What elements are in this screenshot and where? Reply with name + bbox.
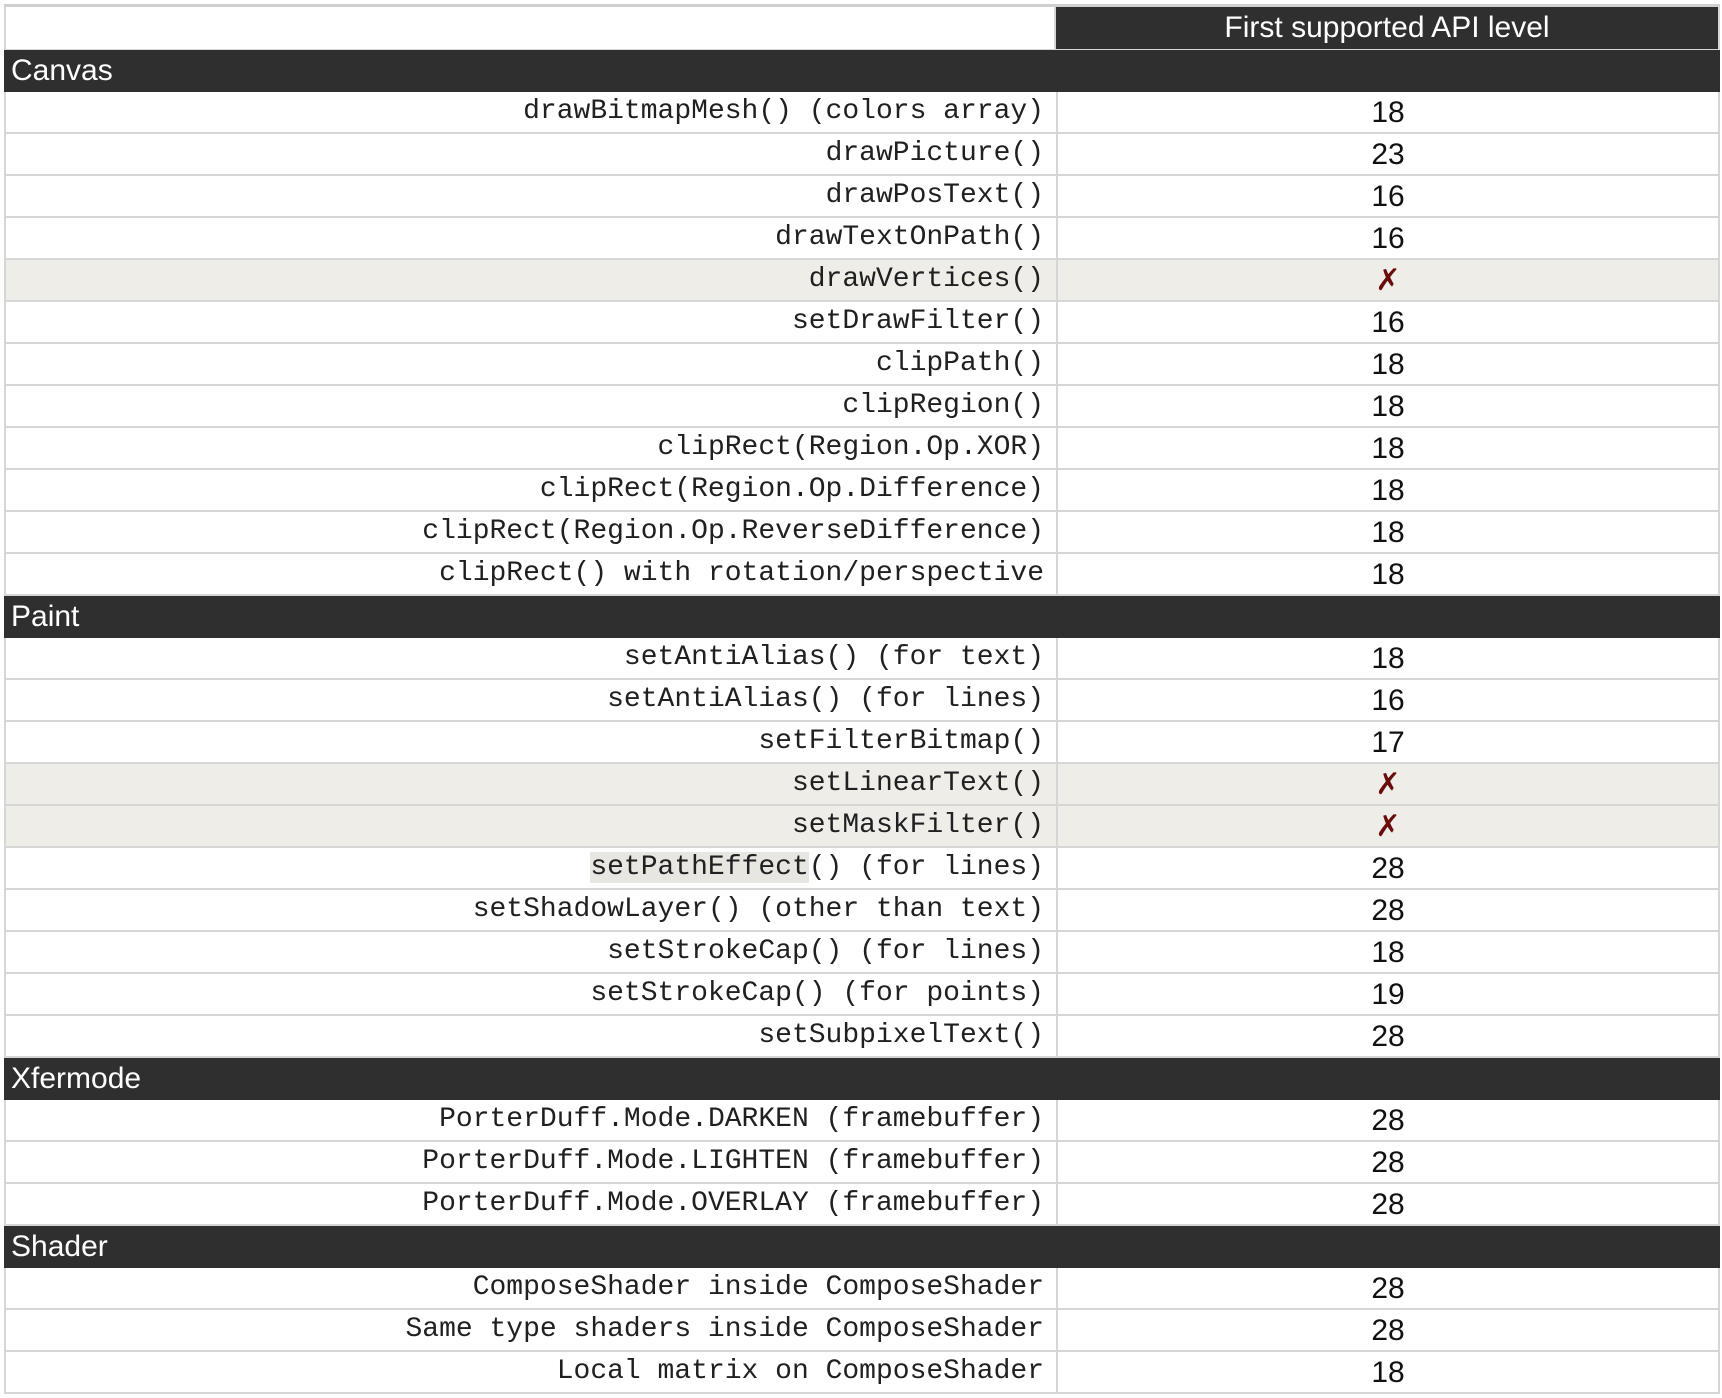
table-row: setStrokeCap() (for points) 19 — [4, 974, 1720, 1016]
api-name-cell: clipRect() with rotation/perspective — [6, 554, 1058, 594]
api-level-cell: 28 — [1371, 852, 1405, 885]
section-header-shader: Shader — [4, 1226, 1720, 1268]
table-row: clipPath() 18 — [4, 344, 1720, 386]
api-level-cell: 18 — [1371, 96, 1405, 129]
section-title: Canvas — [11, 54, 113, 87]
api-level-column-header: First supported API level — [1056, 7, 1718, 49]
table-header-row: First supported API level — [4, 7, 1720, 50]
table-row: ComposeShader inside ComposeShader 28 — [4, 1268, 1720, 1310]
api-name-rest: () (for lines) — [808, 852, 1044, 883]
api-level-cell: 28 — [1371, 1104, 1405, 1137]
api-level-cell: 18 — [1371, 516, 1405, 549]
api-name-cell: setMaskFilter() — [6, 806, 1058, 846]
api-level-cell: 18 — [1371, 432, 1405, 465]
api-support-table: First supported API level Canvas drawBitm… — [4, 4, 1720, 1394]
api-level-cell: 18 — [1371, 390, 1405, 423]
api-name-cell: setStrokeCap() (for points) — [6, 974, 1058, 1014]
section-header-canvas: Canvas — [4, 50, 1720, 92]
api-level-cell: 28 — [1371, 1272, 1405, 1305]
table-row: drawTextOnPath() 16 — [4, 218, 1720, 260]
api-name-cell: Same type shaders inside ComposeShader — [6, 1310, 1058, 1350]
api-level-cell: 16 — [1371, 684, 1405, 717]
unsupported-cross-icon: ✗ — [1375, 263, 1401, 298]
api-level-cell: 18 — [1371, 348, 1405, 381]
api-name-cell: drawPosText() — [6, 176, 1058, 216]
api-name-cell: drawTextOnPath() — [6, 218, 1058, 258]
api-name-cell: drawBitmapMesh() (colors array) — [6, 92, 1058, 132]
table-row: Same type shaders inside ComposeShader 28 — [4, 1310, 1720, 1352]
api-level-cell: 28 — [1371, 1314, 1405, 1347]
header-blank-cell — [4, 7, 1056, 49]
table-row: setShadowLayer() (other than text) 28 — [4, 890, 1720, 932]
api-level-cell: 16 — [1371, 306, 1405, 339]
table-row: setDrawFilter() 16 — [4, 302, 1720, 344]
api-name-cell: clipRect(Region.Op.XOR) — [6, 428, 1058, 468]
api-level-cell: 17 — [1371, 726, 1405, 759]
api-name-cell: PorterDuff.Mode.LIGHTEN (framebuffer) — [6, 1142, 1058, 1182]
api-name-cell: clipRect(Region.Op.Difference) — [6, 470, 1058, 510]
api-name-cell: setStrokeCap() (for lines) — [6, 932, 1058, 972]
api-level-cell: 16 — [1371, 180, 1405, 213]
table-row: clipRect(Region.Op.XOR) 18 — [4, 428, 1720, 470]
table-row: drawPosText() 16 — [4, 176, 1720, 218]
table-row: setFilterBitmap() 17 — [4, 722, 1720, 764]
api-level-cell: 18 — [1371, 558, 1405, 591]
unsupported-cross-icon: ✗ — [1375, 767, 1401, 802]
unsupported-cross-icon: ✗ — [1375, 809, 1401, 844]
table-row: clipRegion() 18 — [4, 386, 1720, 428]
table-row: setStrokeCap() (for lines) 18 — [4, 932, 1720, 974]
api-name-cell: setPathEffect() (for lines) — [6, 848, 1058, 888]
table-row: setSubpixelText() 28 — [4, 1016, 1720, 1058]
table-row: clipRect(Region.Op.Difference) 18 — [4, 470, 1720, 512]
section-header-xfermode: Xfermode — [4, 1058, 1720, 1100]
api-name-cell: setAntiAlias() (for text) — [6, 638, 1058, 678]
api-name-cell: clipRect(Region.Op.ReverseDifference) — [6, 512, 1058, 552]
api-name-cell: clipRegion() — [6, 386, 1058, 426]
table-row: Local matrix on ComposeShader 18 — [4, 1352, 1720, 1394]
section-header-paint: Paint — [4, 596, 1720, 638]
api-name-cell: drawPicture() — [6, 134, 1058, 174]
section-title: Paint — [11, 600, 80, 633]
api-name-cell: Local matrix on ComposeShader — [6, 1352, 1058, 1392]
api-name-cell: setLinearText() — [6, 764, 1058, 804]
api-name-cell: setSubpixelText() — [6, 1016, 1058, 1056]
api-level-cell: 18 — [1371, 1356, 1405, 1389]
api-level-cell: 28 — [1371, 1188, 1405, 1221]
table-row: drawVertices() ✗ — [4, 260, 1720, 302]
api-level-cell: 19 — [1371, 978, 1405, 1011]
api-name-cell: setShadowLayer() (other than text) — [6, 890, 1058, 930]
api-level-cell: 18 — [1371, 642, 1405, 675]
api-level-cell: 23 — [1371, 138, 1405, 171]
api-name-cell: ComposeShader inside ComposeShader — [6, 1268, 1058, 1308]
api-level-cell: 28 — [1371, 1146, 1405, 1179]
api-level-cell: 28 — [1371, 894, 1405, 927]
api-name-cell: PorterDuff.Mode.DARKEN (framebuffer) — [6, 1100, 1058, 1140]
api-name-cell: setFilterBitmap() — [6, 722, 1058, 762]
table-row: setAntiAlias() (for text) 18 — [4, 638, 1720, 680]
api-level-cell: 18 — [1371, 474, 1405, 507]
api-name-cell: setAntiAlias() (for lines) — [6, 680, 1058, 720]
section-title: Shader — [11, 1230, 108, 1263]
table-row: drawPicture() 23 — [4, 134, 1720, 176]
api-level-cell: 16 — [1371, 222, 1405, 255]
api-name-cell: drawVertices() — [6, 260, 1058, 300]
table-row: clipRect(Region.Op.ReverseDifference) 18 — [4, 512, 1720, 554]
table-row: setLinearText() ✗ — [4, 764, 1720, 806]
api-level-cell: 28 — [1371, 1020, 1405, 1053]
table-body: Canvas drawBitmapMesh() (colors array) 18 d… — [4, 50, 1720, 1394]
api-name-cell: PorterDuff.Mode.OVERLAY (framebuffer) — [6, 1184, 1058, 1224]
table-row: PorterDuff.Mode.LIGHTEN (framebuffer) 28 — [4, 1142, 1720, 1184]
api-level-cell: 18 — [1371, 936, 1405, 969]
api-name-cell: clipPath() — [6, 344, 1058, 384]
highlighted-api-text: setPathEffect — [590, 852, 809, 883]
table-row: PorterDuff.Mode.DARKEN (framebuffer) 28 — [4, 1100, 1720, 1142]
api-name-cell: setDrawFilter() — [6, 302, 1058, 342]
table-row: drawBitmapMesh() (colors array) 18 — [4, 92, 1720, 134]
table-row: clipRect() with rotation/perspective 18 — [4, 554, 1720, 596]
table-row: setAntiAlias() (for lines) 16 — [4, 680, 1720, 722]
table-row: setPathEffect() (for lines) 28 — [4, 848, 1720, 890]
section-title: Xfermode — [11, 1062, 142, 1095]
table-row: setMaskFilter() ✗ — [4, 806, 1720, 848]
table-row: PorterDuff.Mode.OVERLAY (framebuffer) 28 — [4, 1184, 1720, 1226]
